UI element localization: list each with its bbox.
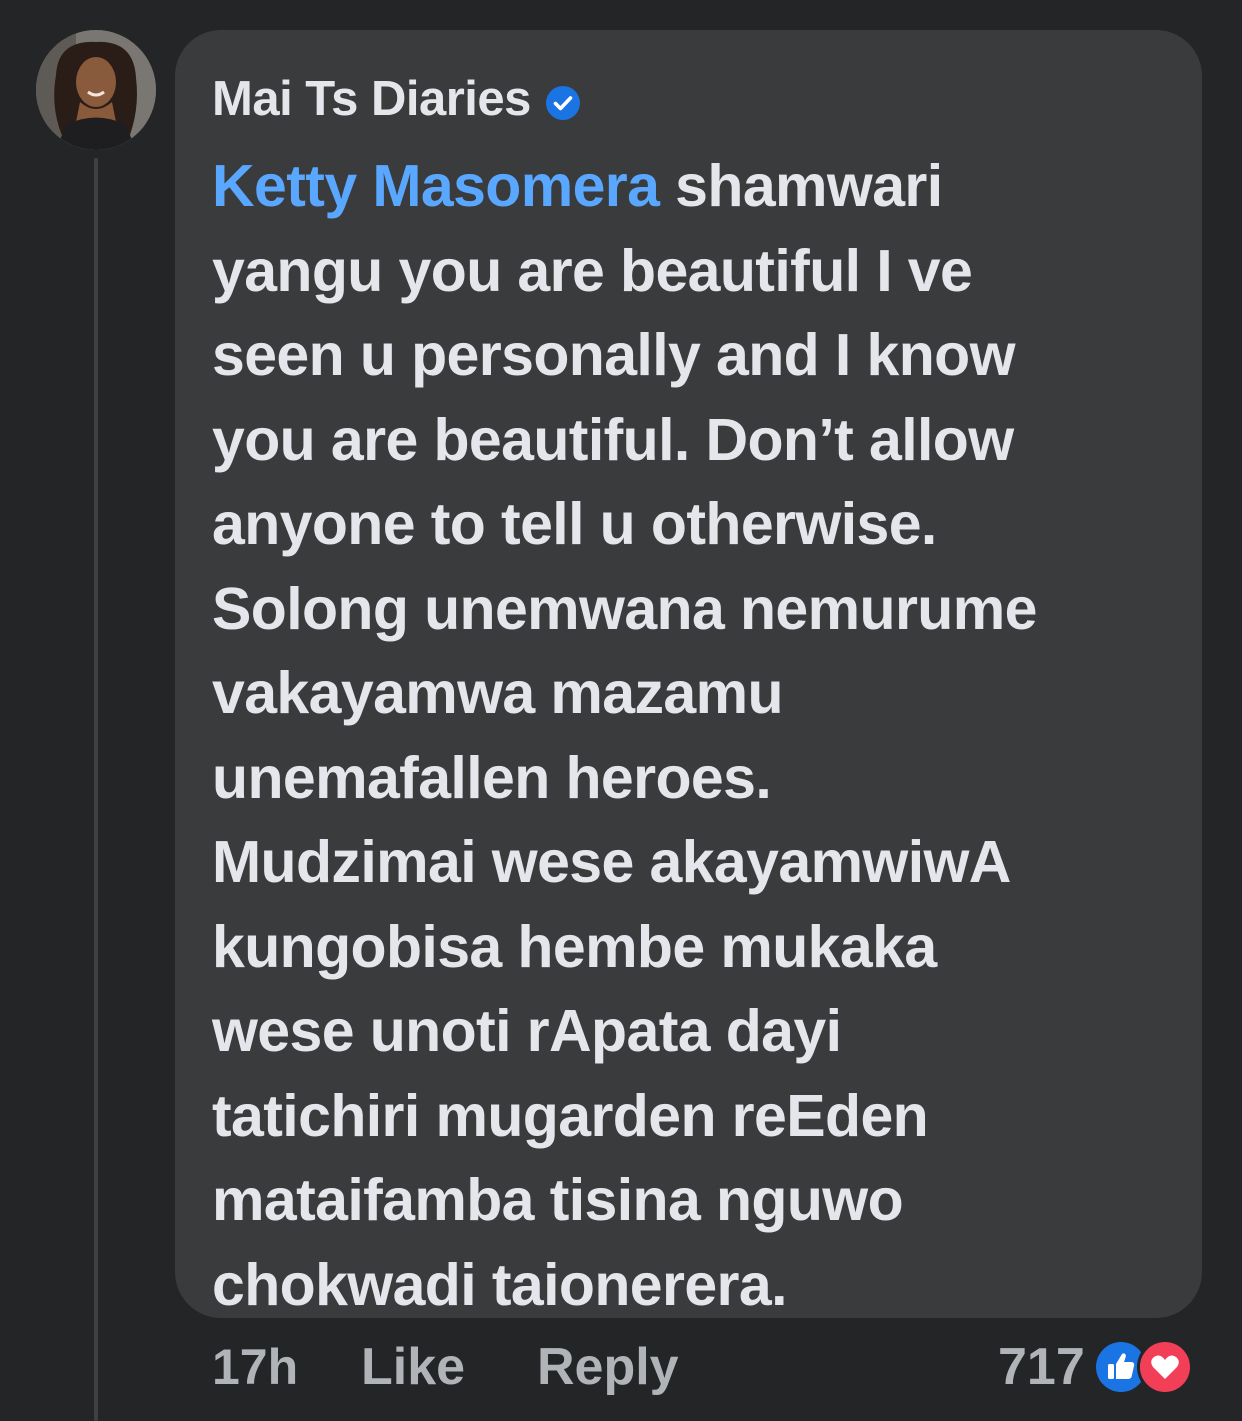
comment-line: anyone to tell u otherwise. [212,491,937,557]
comment-line: yangu you are beautiful I ve [212,237,973,304]
comment-line: Ketty Masomera shamwari [212,144,1187,229]
avatar-image [36,30,156,150]
comment-line: Mudzimai wese akayamwiwA [212,829,1011,895]
reaction-count: 717 [998,1338,1085,1396]
comment-line-text: shamwari [659,153,943,219]
author-name[interactable]: Mai Ts Diaries [212,68,531,130]
comment-line: kungobisa hembe mukaka [212,913,937,980]
reply-button[interactable]: Reply [537,1332,679,1402]
comment-line: wese unoti rApata dayi [212,998,842,1064]
comment-line: unemafallen heroes. [212,744,772,811]
love-icon [1136,1339,1193,1395]
timestamp-link[interactable]: 17h [212,1332,298,1402]
comment-line: vakayamwa mazamu [212,660,784,726]
reactions-summary[interactable]: 717 [998,1332,1193,1402]
comment-body: Ketty Masomera shamwari yangu you are be… [212,144,1187,1327]
comment-line: you are beautiful. Don’t allow [212,406,1014,473]
comment-actions: 17h Like Reply 717 [0,1332,1242,1412]
comment-header: Mai Ts Diaries [212,68,1182,130]
thread-line [94,158,98,1421]
comment-line: seen u personally and I know [212,322,1015,388]
comment-line: tatichiri mugarden reEden [212,1082,929,1149]
mention-link[interactable]: Ketty Masomera [212,153,660,219]
like-button[interactable]: Like [361,1332,465,1402]
verified-badge-icon [545,85,581,121]
comment-line: mataifamba tisina nguwo [212,1167,904,1233]
comment-line: Solong unemwana nemurume [212,575,1037,642]
comment-bubble: Mai Ts Diaries Ketty Masomera shamwari y… [175,30,1202,1318]
comment-line: chokwadi taionerera. [212,1251,788,1318]
avatar[interactable] [36,30,156,150]
